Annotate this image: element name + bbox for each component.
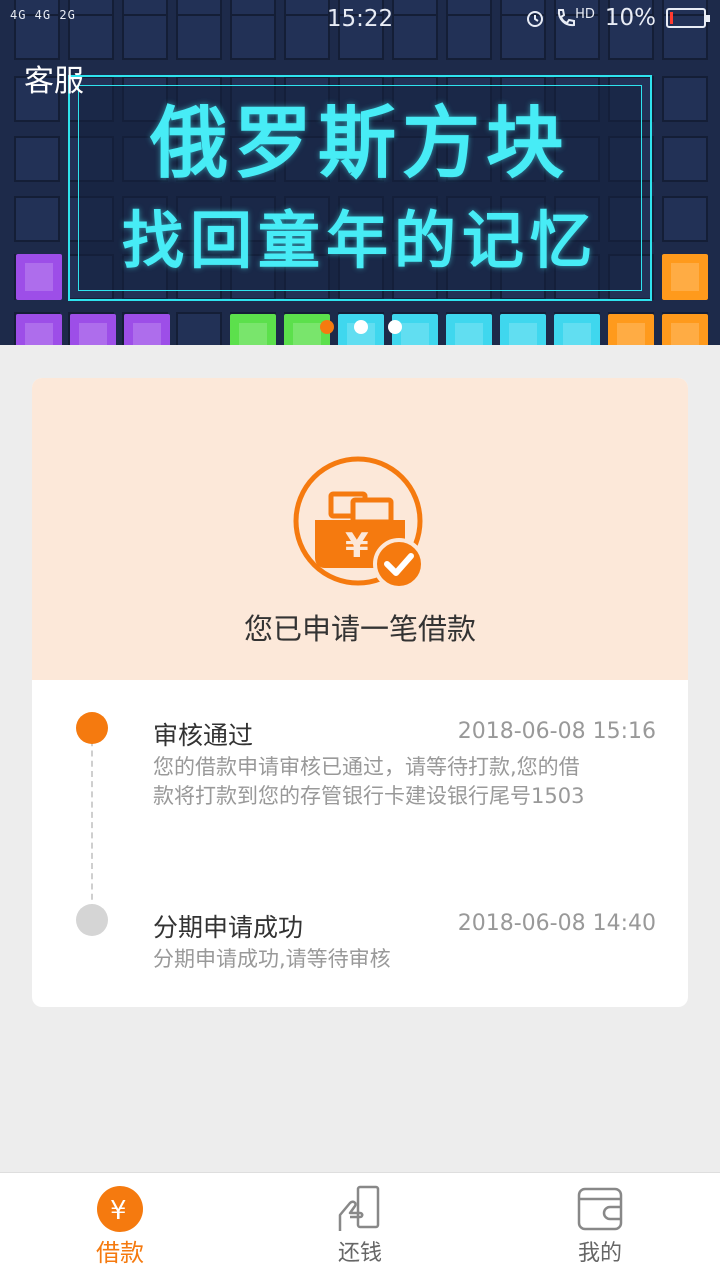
battery-percent: 10% bbox=[604, 5, 656, 31]
timeline-dot-active bbox=[76, 712, 108, 744]
loan-applied-message: 您已申请一笔借款 bbox=[243, 612, 476, 646]
page-dot[interactable] bbox=[320, 320, 334, 334]
tetris-block bbox=[446, 314, 492, 345]
banner-page-indicator bbox=[320, 320, 402, 334]
banner-title: 俄罗斯方块 bbox=[149, 99, 570, 189]
timeline-event-time: 2018-06-08 15:16 bbox=[457, 719, 656, 744]
tab-label: 我的 bbox=[577, 1241, 622, 1266]
banner-subtitle: 找回童年的记忆 bbox=[121, 204, 598, 277]
alarm-icon bbox=[527, 11, 544, 27]
tetris-block bbox=[70, 314, 116, 345]
yuan-wallet-check-icon: ¥ bbox=[293, 456, 425, 590]
loan-app-home: 俄罗斯方块 找回童年的记忆 客服 4G 4G 2G 15:22 HD 10% ¥… bbox=[0, 0, 720, 1280]
loan-status-header: ¥ 您已申请一笔借款 bbox=[32, 378, 688, 680]
timeline-event-title: 分期申请成功 bbox=[153, 913, 304, 942]
hand-card-icon bbox=[338, 1185, 380, 1231]
tetris-block bbox=[124, 314, 170, 345]
status-bar: 4G 4G 2G 15:22 HD 10% bbox=[0, 0, 720, 38]
bottom-tab-bar: ¥ 借款 还钱 我的 bbox=[0, 1172, 720, 1280]
tetris-block bbox=[662, 314, 708, 345]
yuan-coin-icon: ¥ bbox=[97, 1186, 143, 1232]
grid-cell bbox=[176, 312, 222, 345]
tab-repay[interactable]: 还钱 bbox=[240, 1173, 480, 1280]
hd-label: HD bbox=[575, 7, 595, 22]
grid-cell bbox=[14, 196, 60, 242]
battery-icon bbox=[666, 8, 710, 28]
tab-label: 还钱 bbox=[337, 1241, 382, 1266]
timeline-event-desc: 分期申请成功,请等待审核 bbox=[153, 947, 391, 971]
tetris-block bbox=[608, 314, 654, 345]
grid-cell bbox=[662, 196, 708, 242]
loan-status-card: ¥ 您已申请一笔借款 审核通过 2018-06-08 15:16 您的借款申请审… bbox=[32, 378, 688, 1007]
promo-banner[interactable]: 俄罗斯方块 找回童年的记忆 客服 4G 4G 2G 15:22 HD 10% bbox=[0, 0, 720, 345]
tetris-block bbox=[16, 314, 62, 345]
customer-service-button[interactable]: 客服 bbox=[24, 56, 84, 100]
tab-label: 借款 bbox=[96, 1239, 144, 1267]
tetris-block bbox=[554, 314, 600, 345]
grid-cell bbox=[14, 136, 60, 182]
tab-mine[interactable]: 我的 bbox=[480, 1173, 720, 1280]
page-dot[interactable] bbox=[354, 320, 368, 334]
tetris-block bbox=[662, 254, 708, 300]
tetris-block bbox=[230, 314, 276, 345]
timeline-connector bbox=[91, 730, 93, 910]
battery-level bbox=[670, 12, 673, 24]
wallet-icon bbox=[577, 1187, 623, 1231]
timeline-event-desc-2: 款将打款到您的存管银行卡建设银行尾号1503 bbox=[153, 784, 585, 808]
timeline-dot-inactive bbox=[76, 904, 108, 936]
call-hd-icon: HD bbox=[555, 7, 595, 29]
wallet-yuan-symbol: ¥ bbox=[345, 526, 369, 566]
tetris-block bbox=[500, 314, 546, 345]
tab-yuan-symbol: ¥ bbox=[110, 1196, 127, 1226]
timeline-event-title: 审核通过 bbox=[153, 721, 254, 750]
tetris-block bbox=[16, 254, 62, 300]
tab-loan[interactable]: ¥ 借款 bbox=[0, 1173, 240, 1280]
grid-cell bbox=[662, 76, 708, 122]
page-dot[interactable] bbox=[388, 320, 402, 334]
timeline-event-time: 2018-06-08 14:40 bbox=[457, 911, 656, 936]
timeline-event-desc: 您的借款申请审核已通过，请等待打款,您的借 bbox=[153, 755, 580, 779]
grid-cell bbox=[662, 136, 708, 182]
